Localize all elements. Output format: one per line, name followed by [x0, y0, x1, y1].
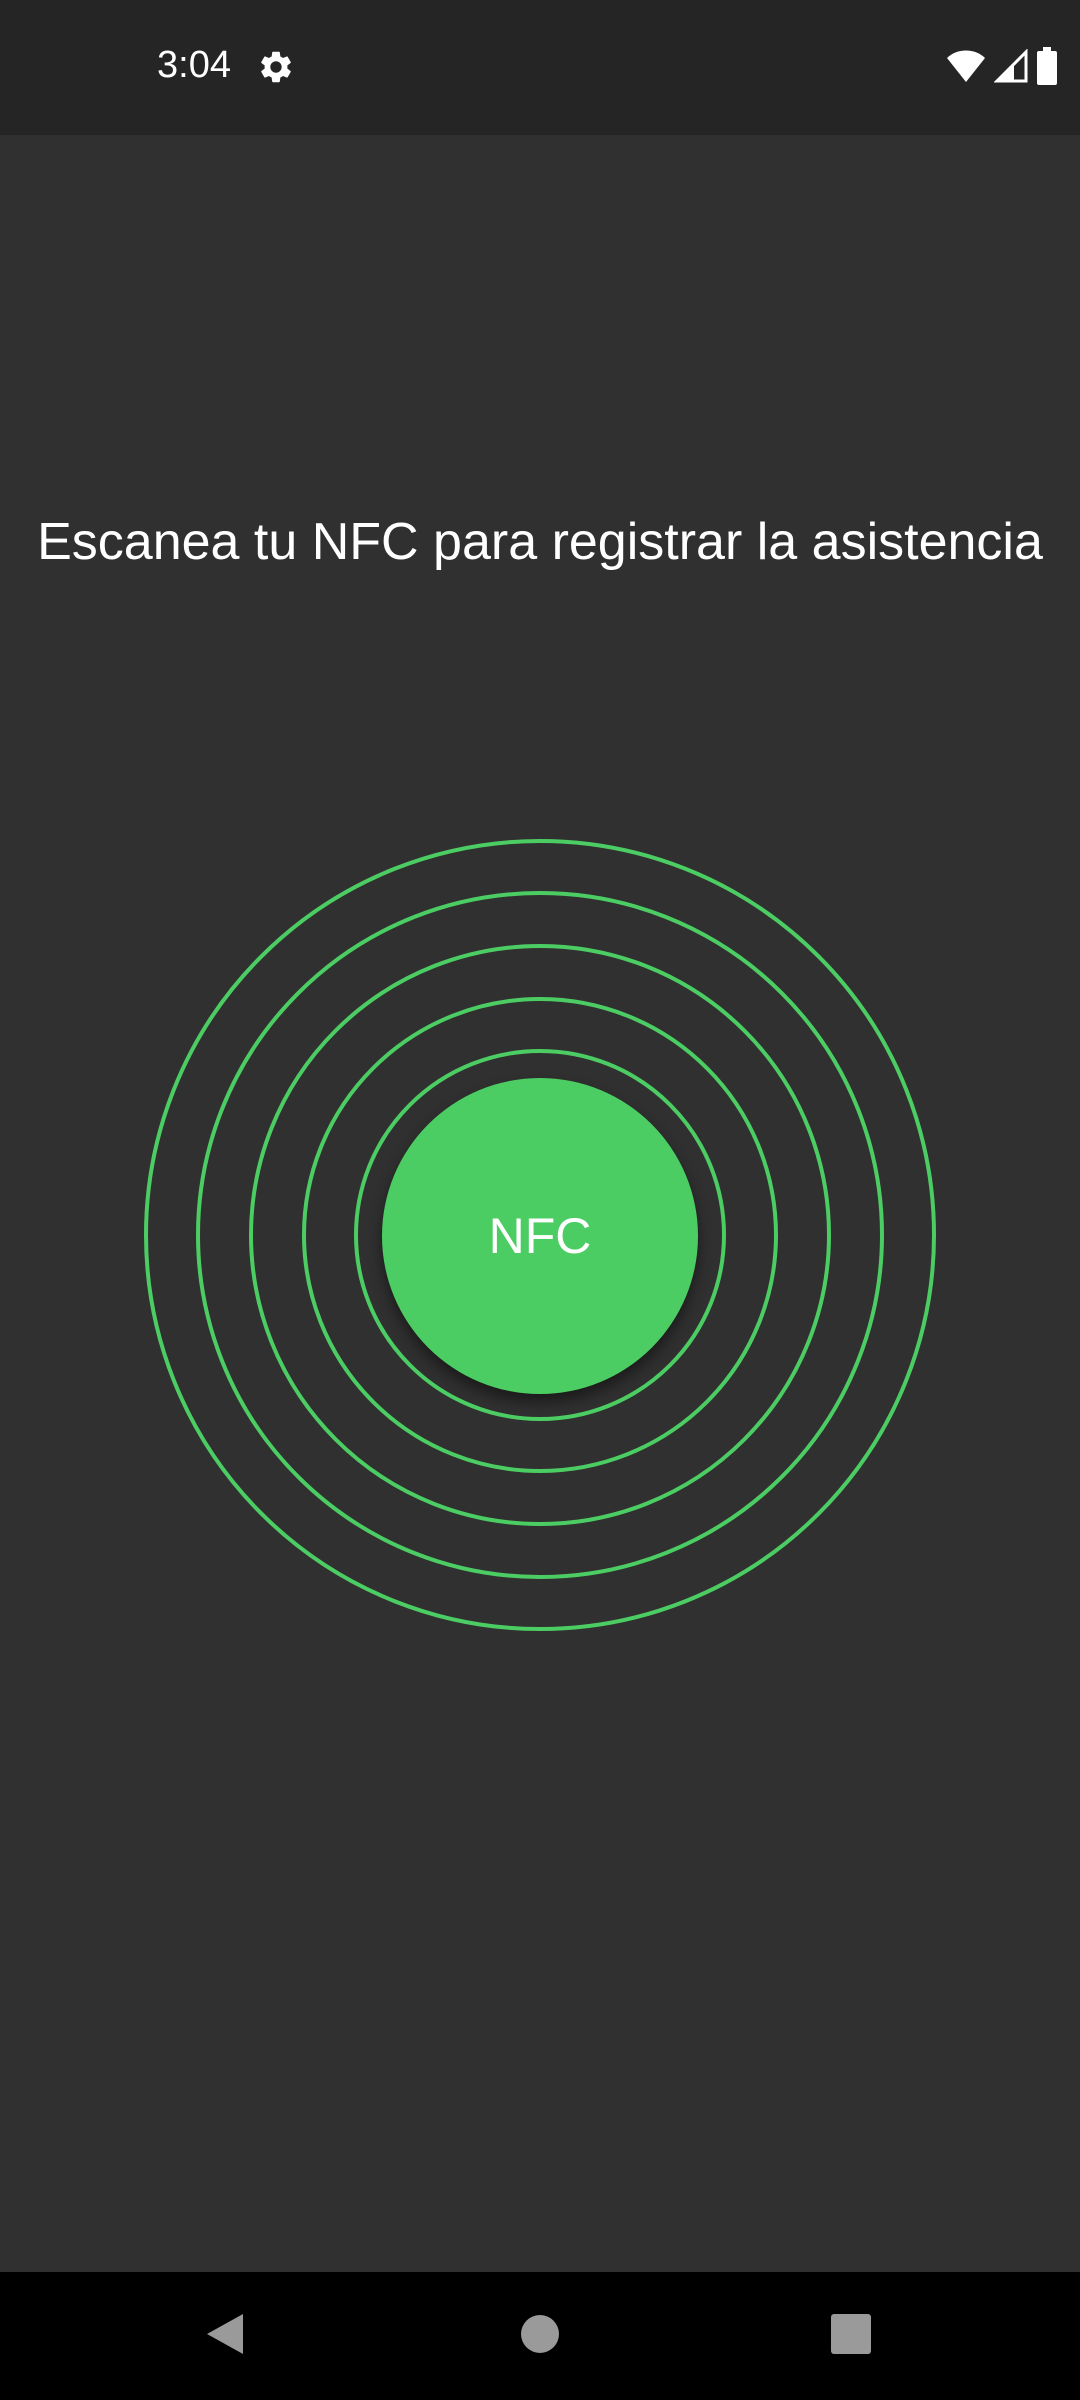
recents-icon [831, 2313, 871, 2359]
status-bar: 3:04 [0, 0, 1080, 135]
back-button[interactable] [165, 2272, 285, 2400]
recents-button[interactable] [791, 2272, 911, 2400]
scan-prompt: Escanea tu NFC para registrar la asisten… [37, 513, 1043, 571]
wifi-icon [946, 49, 986, 88]
settings-icon [257, 48, 295, 86]
nfc-button-label: NFC [488, 1208, 592, 1264]
home-icon [520, 2314, 560, 2359]
home-button[interactable] [480, 2272, 600, 2400]
status-icons [946, 46, 1058, 90]
nfc-button[interactable]: NFC [382, 1078, 698, 1394]
navigation-bar [0, 2272, 1080, 2400]
status-time: 3:04 [157, 44, 231, 86]
back-icon [205, 2312, 245, 2361]
battery-icon [1036, 46, 1058, 90]
cellular-signal-icon [993, 47, 1028, 88]
